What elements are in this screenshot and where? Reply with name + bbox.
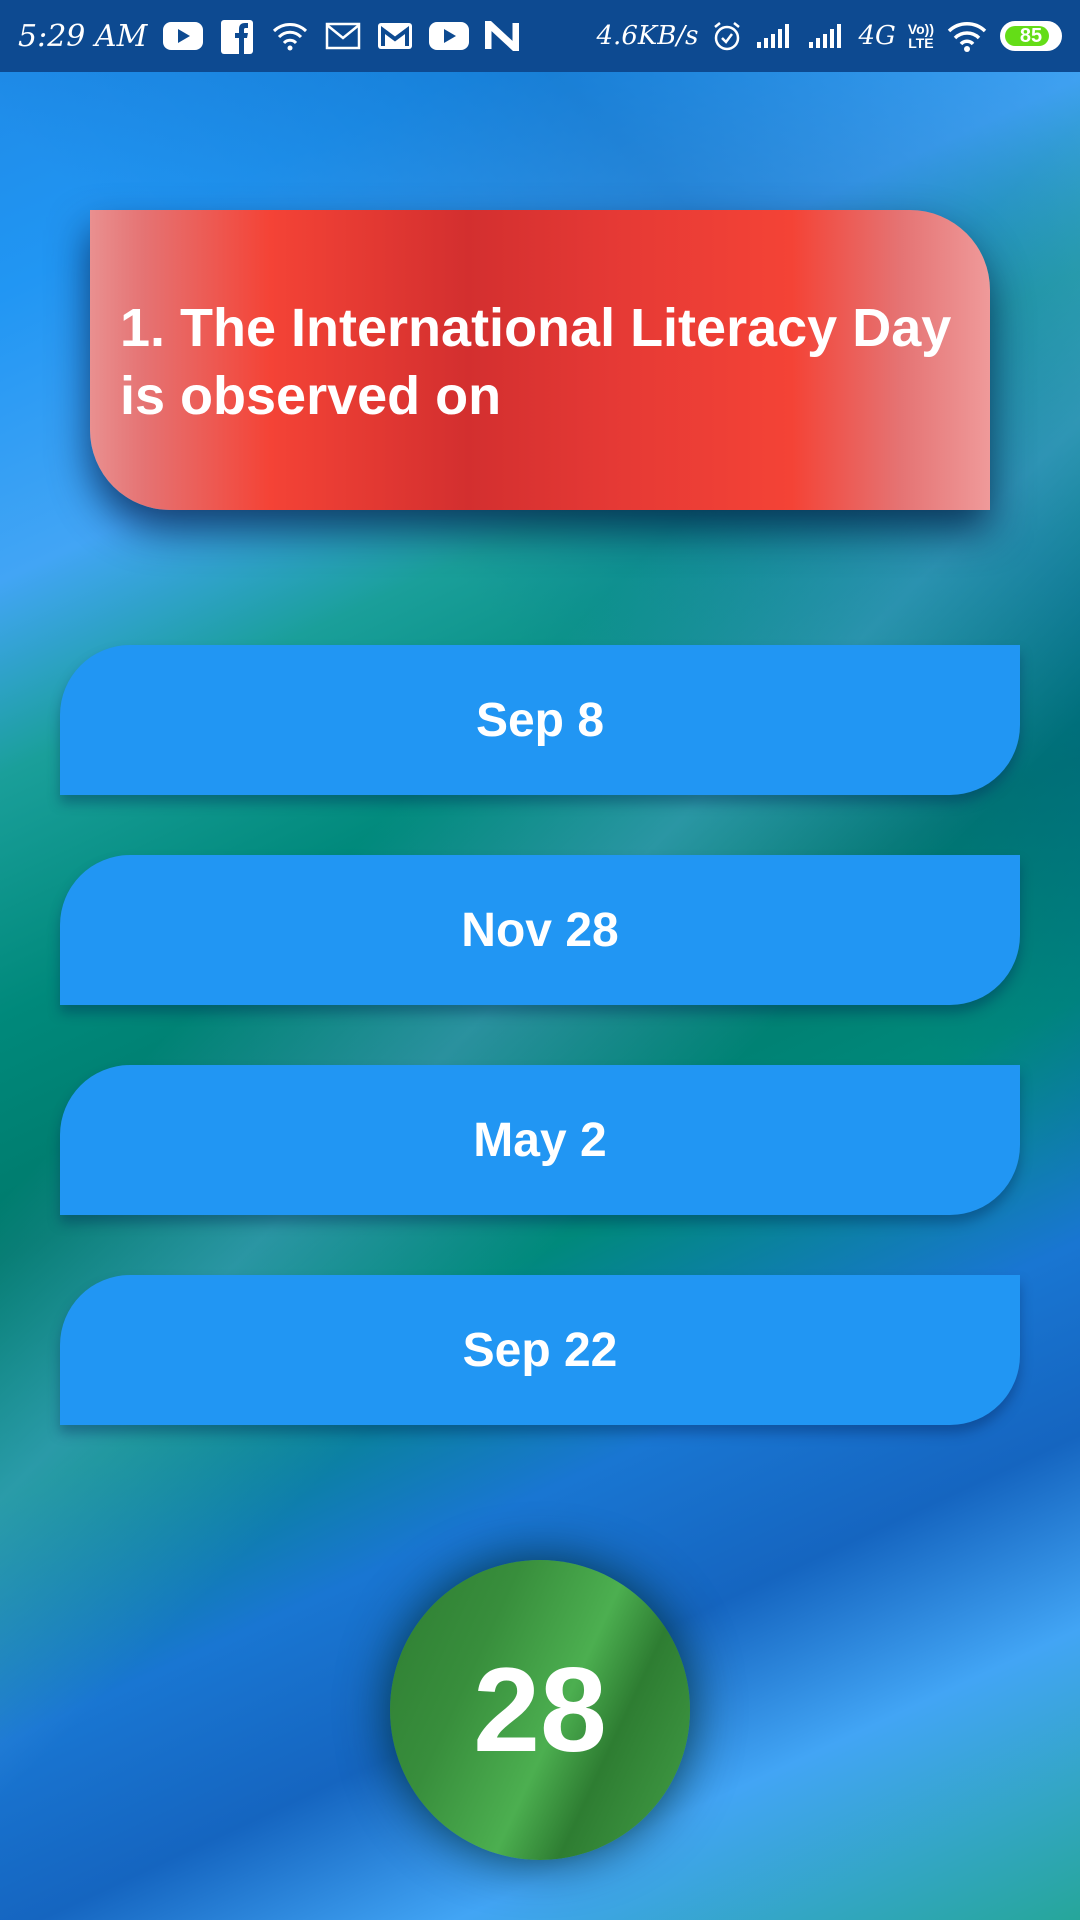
wifi-icon xyxy=(946,16,988,56)
question-card: 1. The International Literacy Day is obs… xyxy=(90,210,990,510)
status-right: 4.6KB/s 4G Vo)) LTE 85 xyxy=(597,16,1062,56)
signal-icon xyxy=(755,16,795,56)
gmail-icon xyxy=(377,16,413,56)
battery-level: 85 xyxy=(1019,24,1043,47)
network-speed: 4.6KB/s xyxy=(596,21,699,51)
alarm-icon xyxy=(711,16,743,56)
mail-icon xyxy=(325,16,361,56)
status-bar: 5:29 AM 4.6KB/s 4G Vo)) LTE 85 xyxy=(0,0,1080,72)
youtube-icon xyxy=(429,16,470,56)
battery-icon: 85 xyxy=(1000,21,1062,51)
wifi-icon xyxy=(271,16,309,56)
answer-option-1[interactable]: Sep 8 xyxy=(60,645,1020,795)
n-app-icon xyxy=(485,16,520,56)
status-time: 5:29 AM xyxy=(18,18,148,54)
answer-option-4[interactable]: Sep 22 xyxy=(60,1275,1020,1425)
facebook-icon xyxy=(219,16,255,56)
volte-badge: Vo)) LTE xyxy=(908,16,934,56)
signal-icon xyxy=(807,16,847,56)
answer-option-2[interactable]: Nov 28 xyxy=(60,855,1020,1005)
volte-top-text: Vo)) xyxy=(907,21,934,37)
volte-bottom-text: LTE xyxy=(908,35,934,51)
status-left: 5:29 AM xyxy=(18,16,520,56)
countdown-timer: 28 xyxy=(390,1560,690,1860)
network-type: 4G xyxy=(858,21,896,51)
question-text: 1. The International Literacy Day is obs… xyxy=(120,298,952,426)
answer-option-3[interactable]: May 2 xyxy=(60,1065,1020,1215)
youtube-icon xyxy=(163,16,204,56)
